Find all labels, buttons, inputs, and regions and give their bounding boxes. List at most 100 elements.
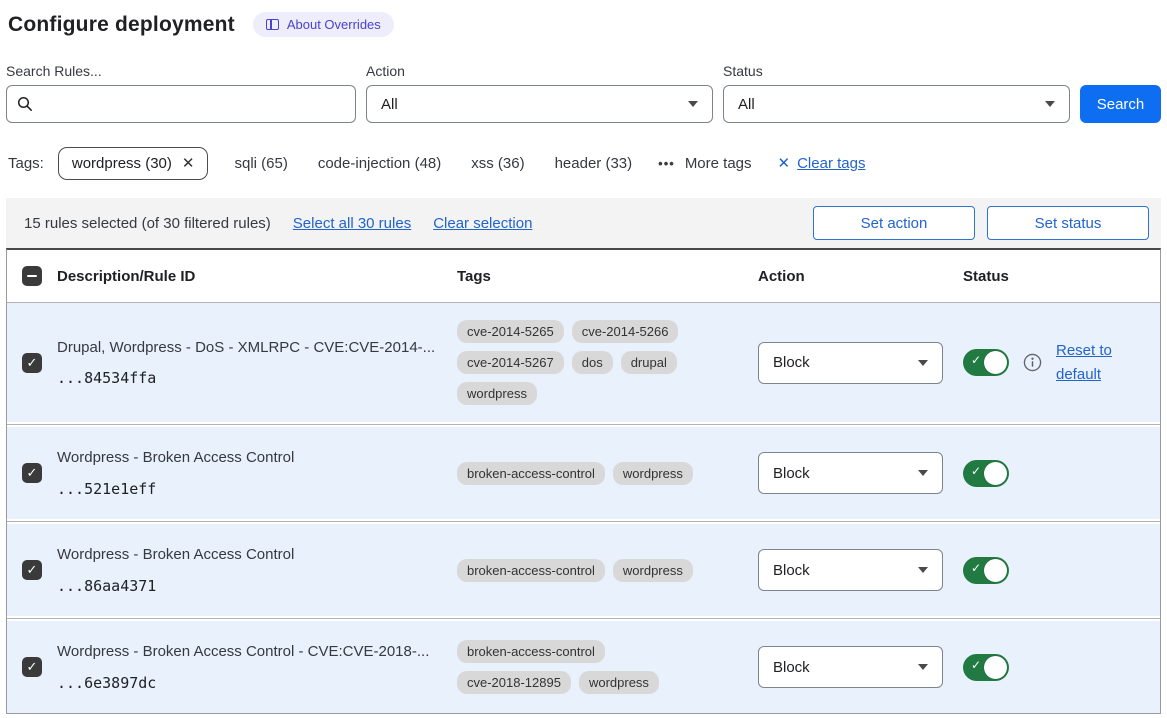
tag-chip: cve-2014-5265	[457, 320, 564, 343]
table-row: Wordpress - Broken Access Control ...521…	[7, 427, 1160, 519]
configure-deployment-page: Configure deployment About Overrides Sea…	[0, 0, 1167, 714]
rule-tags: broken-access-controlcve-2018-12895wordp…	[457, 640, 758, 694]
clear-tags-label: Clear tags	[797, 155, 865, 172]
col-header-description: Description/Rule ID	[57, 268, 457, 285]
rule-description: Drupal, Wordpress - DoS - XMLRPC - CVE:C…	[57, 338, 443, 358]
page-title: Configure deployment	[8, 13, 235, 37]
rule-tags: broken-access-control wordpress	[457, 462, 758, 485]
status-filter-label: Status	[723, 63, 1070, 79]
select-all-link[interactable]: Select all 30 rules	[293, 215, 411, 232]
tag-chip: wordpress	[457, 382, 537, 405]
about-overrides-label: About Overrides	[287, 17, 381, 32]
col-header-action: Action	[758, 268, 963, 285]
book-icon	[266, 19, 279, 30]
selection-bar: 15 rules selected (of 30 filtered rules)…	[6, 198, 1161, 248]
rule-action-select[interactable]: Block	[758, 342, 943, 384]
selected-tag-wordpress[interactable]: wordpress (30) ✕	[58, 147, 209, 180]
reset-to-default-link[interactable]: Reset to default	[1056, 339, 1126, 387]
search-rules-label: Search Rules...	[6, 63, 356, 79]
info-icon[interactable]	[1023, 353, 1042, 372]
toggle-knob	[984, 559, 1007, 582]
row-checkbox[interactable]	[22, 657, 42, 677]
table-row: Wordpress - Broken Access Control ...86a…	[7, 524, 1160, 616]
status-toggle[interactable]	[963, 557, 1009, 584]
filters-row: Search Rules... Action All Status All	[6, 63, 1161, 123]
select-all-checkbox[interactable]	[22, 266, 42, 286]
tag-chip: broken-access-control	[457, 559, 605, 582]
row-separator	[7, 519, 1160, 524]
tag-chip: dos	[572, 351, 613, 374]
tag-chip: cve-2014-5267	[457, 351, 564, 374]
action-filter-label: Action	[366, 63, 713, 79]
clear-tags-link[interactable]: ✕ Clear tags	[778, 155, 866, 172]
ellipsis-icon: •••	[658, 156, 675, 171]
rule-id: ...86aa4371	[57, 577, 443, 595]
clear-tags-x-icon: ✕	[778, 156, 791, 171]
tag-chip: drupal	[621, 351, 677, 374]
search-icon	[17, 96, 33, 112]
tag-links: sqli (65) code-injection (48) xss (36) head…	[234, 155, 632, 172]
chevron-down-icon	[918, 664, 928, 670]
search-rules-input[interactable]	[41, 96, 345, 112]
status-toggle[interactable]	[963, 349, 1009, 376]
rule-action-value: Block	[773, 354, 810, 371]
about-overrides-badge[interactable]: About Overrides	[253, 12, 394, 37]
status-toggle[interactable]	[963, 460, 1009, 487]
tag-chip: broken-access-control	[457, 640, 605, 663]
row-separator	[7, 422, 1160, 427]
rule-id: ...521e1eff	[57, 480, 443, 498]
table-header-row: Description/Rule ID Tags Action Status	[7, 250, 1160, 303]
toggle-knob	[984, 351, 1007, 374]
more-tags-button[interactable]: ••• More tags	[658, 155, 751, 172]
tags-bar: Tags: wordpress (30) ✕ sqli (65) code-inj…	[8, 147, 1161, 180]
tag-chip: wordpress	[613, 559, 693, 582]
tags-label: Tags:	[8, 155, 44, 172]
clear-selection-link[interactable]: Clear selection	[433, 215, 532, 232]
rule-action-select[interactable]: Block	[758, 452, 943, 494]
row-checkbox[interactable]	[22, 353, 42, 373]
rule-id: ...84534ffa	[57, 369, 443, 387]
table-row: Drupal, Wordpress - DoS - XMLRPC - CVE:C…	[7, 303, 1160, 422]
col-header-tags: Tags	[457, 268, 758, 285]
rule-description: Wordpress - Broken Access Control - CVE:…	[57, 642, 443, 662]
table-body: Drupal, Wordpress - DoS - XMLRPC - CVE:C…	[7, 303, 1160, 713]
rule-action-value: Block	[773, 562, 810, 579]
tag-chip: cve-2018-12895	[457, 671, 571, 694]
chevron-down-icon	[918, 360, 928, 366]
tag-link[interactable]: sqli (65)	[234, 155, 287, 172]
tag-chip: broken-access-control	[457, 462, 605, 485]
table-row: Wordpress - Broken Access Control - CVE:…	[7, 621, 1160, 713]
rule-action-value: Block	[773, 659, 810, 676]
rules-table: Description/Rule ID Tags Action Status D…	[6, 248, 1161, 714]
status-filter-value: All	[738, 96, 755, 113]
row-checkbox[interactable]	[22, 463, 42, 483]
chevron-down-icon	[688, 101, 698, 107]
status-toggle[interactable]	[963, 654, 1009, 681]
chevron-down-icon	[918, 470, 928, 476]
tag-chip: cve-2014-5266	[572, 320, 679, 343]
action-filter-select[interactable]: All	[366, 85, 713, 123]
chevron-down-icon	[1045, 101, 1055, 107]
search-button[interactable]: Search	[1080, 85, 1161, 123]
tag-link[interactable]: xss (36)	[471, 155, 524, 172]
remove-tag-icon[interactable]: ✕	[182, 156, 195, 171]
selection-summary: 15 rules selected (of 30 filtered rules)	[24, 215, 271, 232]
set-status-button[interactable]: Set status	[987, 206, 1149, 240]
rule-tags: cve-2014-5265 cve-2014-5266 cve-2014-5267 d…	[457, 320, 758, 405]
toggle-knob	[984, 462, 1007, 485]
rule-tags: broken-access-control wordpress	[457, 559, 758, 582]
row-separator	[7, 616, 1160, 621]
more-tags-label: More tags	[685, 155, 752, 172]
rule-action-select[interactable]: Block	[758, 549, 943, 591]
tag-chip: wordpress	[613, 462, 693, 485]
status-filter-select[interactable]: All	[723, 85, 1070, 123]
page-header: Configure deployment About Overrides	[8, 12, 1161, 37]
rule-action-select[interactable]: Block	[758, 646, 943, 688]
set-action-button[interactable]: Set action	[813, 206, 975, 240]
tag-link[interactable]: header (33)	[555, 155, 633, 172]
rule-id: ...6e3897dc	[57, 674, 443, 692]
rule-description: Wordpress - Broken Access Control	[57, 448, 443, 468]
selected-tag-label: wordpress (30)	[72, 155, 172, 172]
tag-link[interactable]: code-injection (48)	[318, 155, 441, 172]
row-checkbox[interactable]	[22, 560, 42, 580]
